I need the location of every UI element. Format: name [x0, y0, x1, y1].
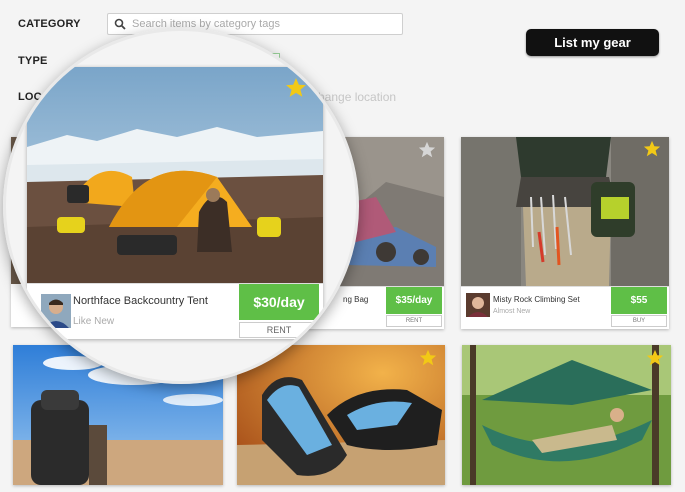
listing-title: Misty Rock Climbing Set: [493, 295, 580, 304]
avatar: [466, 293, 490, 317]
price-badge[interactable]: $30/day: [239, 284, 319, 320]
hammock-photo: [462, 345, 671, 485]
star-icon[interactable]: [419, 349, 437, 367]
listing-card-hammock[interactable]: [462, 345, 671, 485]
magnifier-lens: Northface Backcountry Tent Like New $30/…: [3, 28, 359, 384]
search-icon: [114, 18, 126, 30]
listing-info: Northface Backcountry Tent Like New $30/…: [27, 283, 323, 339]
star-icon[interactable]: [646, 349, 664, 367]
buy-button[interactable]: BUY: [611, 315, 667, 327]
tent-photo: [27, 67, 323, 283]
price-badge[interactable]: $35/day: [386, 287, 442, 314]
listing-condition: Like New: [73, 316, 115, 327]
gear-marketplace: CATEGORY TYPE LOC change location List m…: [0, 0, 685, 492]
featured-listing-card[interactable]: Northface Backcountry Tent Like New $30/…: [27, 67, 323, 339]
listing-card-climbing-set[interactable]: Misty Rock Climbing Set Almost New $55 B…: [461, 137, 669, 329]
category-label: CATEGORY: [18, 18, 81, 30]
star-icon[interactable]: [643, 140, 661, 158]
list-my-gear-button[interactable]: List my gear: [526, 29, 659, 56]
rent-button[interactable]: RENT: [239, 322, 319, 338]
price-badge[interactable]: $55: [611, 287, 667, 314]
listing-info: Misty Rock Climbing Set Almost New $55 B…: [461, 286, 669, 329]
star-icon[interactable]: [418, 141, 436, 159]
listing-title: Northface Backcountry Tent: [73, 295, 208, 307]
rent-button[interactable]: RENT: [386, 315, 442, 327]
avatar: [41, 294, 71, 328]
star-icon[interactable]: [285, 77, 307, 99]
listing-condition: Almost New: [493, 308, 531, 315]
climbing-set-photo: [461, 137, 669, 286]
